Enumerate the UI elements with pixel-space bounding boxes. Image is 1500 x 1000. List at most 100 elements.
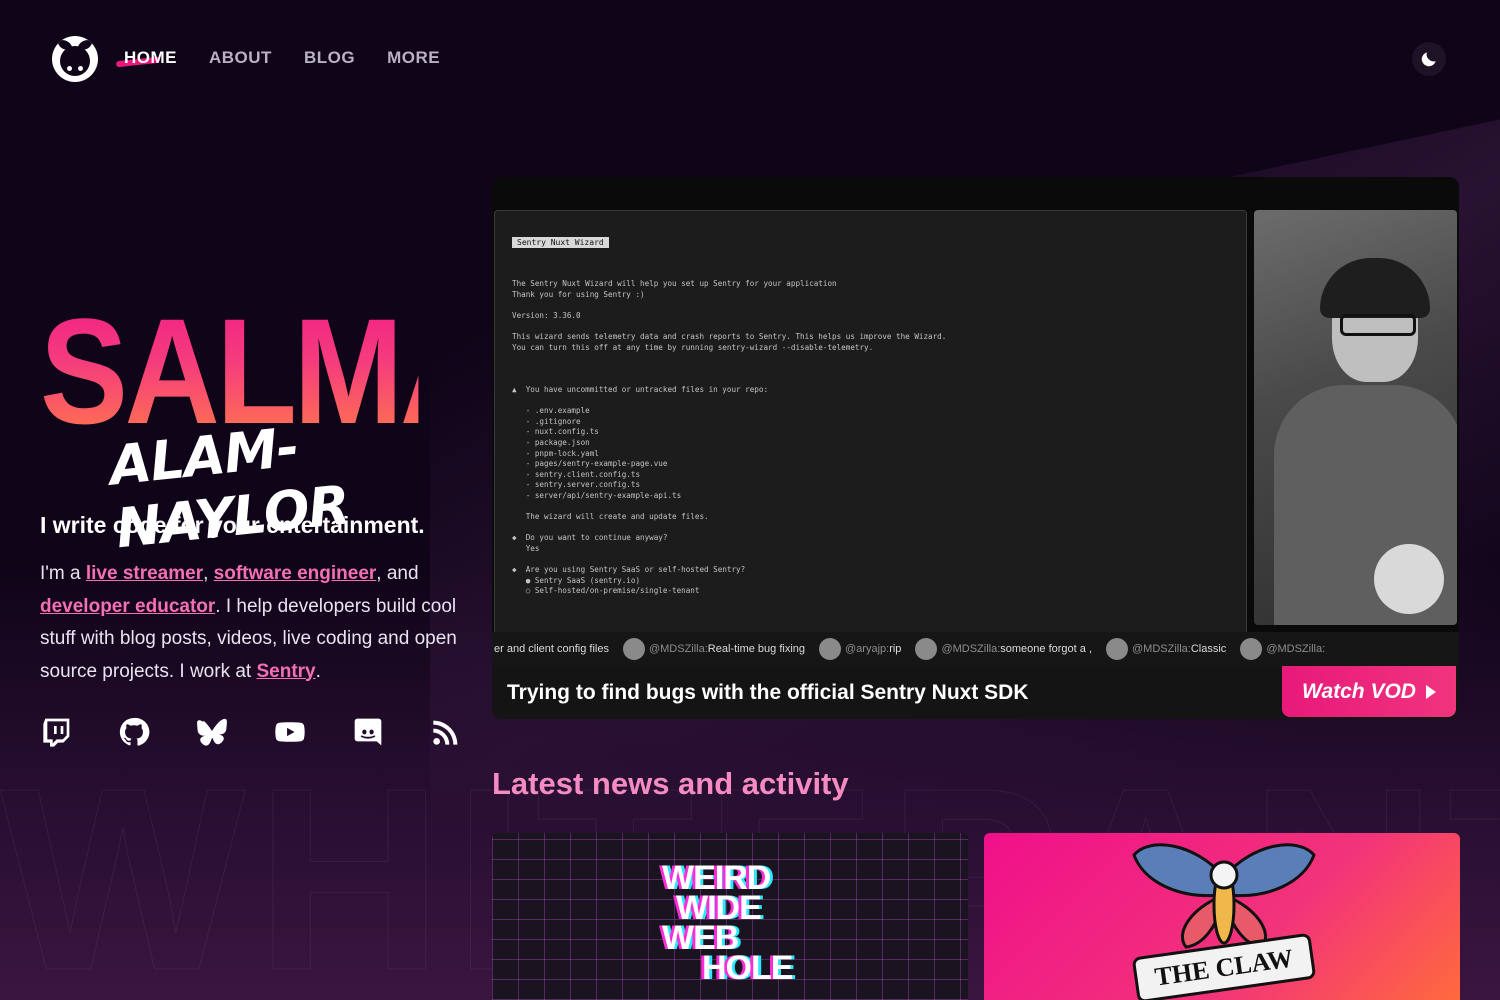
news-section-title: Latest news and activity — [492, 766, 849, 801]
chat-ticker: er and client config files @MDSZilla:Real… — [492, 632, 1459, 666]
bio-sep2: , and — [376, 563, 419, 584]
webcam-person-hair — [1320, 258, 1430, 318]
site-header: HOME ABOUT BLOG MORE — [0, 0, 1500, 120]
nav-more[interactable]: MORE — [387, 48, 440, 68]
moon-icon — [1421, 52, 1436, 67]
rss-link[interactable] — [430, 716, 462, 748]
chat-username: @MDSZilla: — [1266, 642, 1326, 655]
youtube-icon — [275, 722, 305, 742]
chat-text: rip — [889, 642, 902, 655]
terminal-line: - server/api/sentry-example-api.ts — [512, 490, 682, 500]
watch-vod-button[interactable]: Watch VOD — [1282, 666, 1456, 717]
main-nav: HOME ABOUT BLOG MORE — [124, 48, 440, 68]
link-live-streamer[interactable]: live streamer — [86, 563, 203, 584]
discord-icon — [354, 718, 382, 746]
panther-icon — [60, 46, 90, 76]
bio-suffix: . — [315, 660, 321, 682]
github-link[interactable] — [118, 716, 150, 748]
terminal-line: Yes — [512, 543, 540, 553]
rss-icon — [433, 720, 458, 745]
twitch-link[interactable] — [40, 716, 72, 748]
terminal-line: - pages/sentry-example-page.vue — [512, 459, 668, 469]
social-links — [40, 716, 462, 748]
chat-username: @aryajp: — [845, 642, 890, 655]
webcam-feed — [1254, 210, 1457, 625]
bio: I'm a live streamer, software engineer, … — [40, 558, 460, 688]
link-sentry[interactable]: Sentry — [256, 661, 315, 682]
chat-text: er and client config files — [494, 643, 609, 655]
terminal-line: Version: 3.36.0 — [512, 310, 581, 320]
bluesky-link[interactable] — [196, 716, 228, 748]
terminal-line: You can turn this off at any time by run… — [512, 342, 874, 352]
video-title: Trying to find bugs with the official Se… — [507, 680, 1029, 704]
chat-username: @MDSZilla: — [648, 642, 708, 655]
featured-video-card[interactable]: Sentry Nuxt Wizard The Sentry Nuxt Wizar… — [492, 177, 1459, 719]
logo-eye-left — [67, 66, 72, 71]
chat-message: @aryajp:rip — [819, 638, 901, 660]
youtube-link[interactable] — [274, 716, 306, 748]
terminal-line: ▲ You have uncommitted or untracked file… — [512, 384, 769, 394]
chat-message: @MDSZilla: — [1240, 638, 1325, 660]
chat-message: er and client config files — [494, 643, 609, 655]
bluesky-icon — [197, 718, 227, 746]
bio-sep1: , — [203, 563, 214, 584]
terminal-title: Sentry Nuxt Wizard — [512, 237, 609, 248]
chat-avatar-icon — [819, 638, 842, 660]
webcam-badge-icon — [1374, 544, 1444, 614]
terminal-line: - package.json — [512, 437, 590, 447]
nav-about[interactable]: ABOUT — [209, 48, 272, 68]
terminal-line: The Sentry Nuxt Wizard will help you set… — [512, 279, 837, 288]
twitch-icon — [43, 718, 70, 747]
theme-toggle-button[interactable] — [1412, 42, 1446, 76]
terminal-line: - sentry.client.config.ts — [512, 469, 641, 479]
news-card-weird-wide-web-hole[interactable]: WEIRD WIDE WEB HOLE — [492, 833, 968, 1000]
chat-avatar-icon — [1240, 638, 1263, 660]
link-software-engineer[interactable]: software engineer — [214, 563, 377, 584]
chat-avatar-icon — [622, 638, 645, 660]
terminal-line: ◆ Do you want to continue anyway? — [512, 533, 668, 543]
terminal-line: - .gitignore — [512, 416, 581, 426]
terminal-line: - .env.example — [512, 406, 590, 416]
chat-message: @MDSZilla:Real-time bug fixing — [622, 638, 806, 660]
bio-prefix: I'm a — [40, 563, 86, 584]
discord-link[interactable] — [352, 716, 384, 748]
logo[interactable] — [52, 36, 98, 82]
webcam-glasses — [1340, 314, 1416, 336]
terminal-line: ● Sentry SaaS (sentry.io) — [512, 575, 641, 585]
chat-message: @MDSZilla:Classic — [1106, 638, 1226, 660]
github-icon — [119, 717, 150, 746]
hero-name: SALMA ALAM-NAYLOR — [40, 296, 495, 560]
terminal-line: - pnpm-lock.yaml — [512, 448, 599, 458]
news-card-the-claw[interactable]: THE CLAW — [984, 833, 1460, 1000]
terminal-line: Thank you for using Sentry :) — [512, 289, 645, 299]
weird-wide-web-hole-logo: WEIRD WIDE WEB HOLE — [662, 861, 793, 987]
nav-home[interactable]: HOME — [124, 48, 177, 68]
terminal-line: - sentry.server.config.ts — [512, 480, 641, 490]
nav-blog[interactable]: BLOG — [304, 48, 355, 68]
link-developer-educator[interactable]: developer educator — [40, 596, 215, 617]
chat-text: Real-time bug fixing — [707, 642, 806, 655]
chat-username: @MDSZilla: — [941, 642, 1001, 655]
terminal-output: The Sentry Nuxt Wizard will help you set… — [512, 279, 946, 597]
terminal-line: ◆ Are you using Sentry SaaS or self-host… — [512, 565, 746, 575]
logo-eye-right — [78, 66, 83, 71]
chat-message: @MDSZilla:someone forgot a , — [915, 638, 1092, 660]
video-caption: Trying to find bugs with the official Se… — [492, 666, 1459, 719]
play-icon — [1425, 684, 1436, 699]
chat-text: Classic — [1190, 642, 1227, 655]
chat-text: someone forgot a , — [1000, 642, 1093, 655]
terminal-line: This wizard sends telemetry data and cra… — [512, 331, 947, 341]
chat-avatar-icon — [1106, 638, 1129, 660]
terminal-line: - nuxt.config.ts — [512, 427, 599, 437]
watch-vod-label: Watch VOD — [1302, 679, 1416, 703]
wwwh-line-4: HOLE — [702, 949, 793, 987]
